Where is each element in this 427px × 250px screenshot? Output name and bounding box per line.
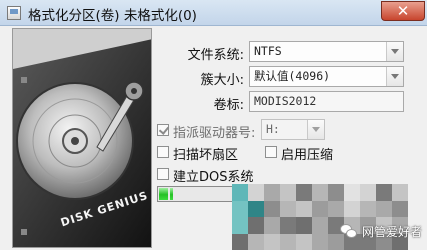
mosaic-tile	[232, 217, 248, 234]
create-dos-system-label: 建立DOS系统	[173, 170, 254, 185]
volume-label-input[interactable]: MODIS2012	[249, 91, 404, 112]
mosaic-tile	[232, 200, 248, 217]
chevron-down-icon[interactable]	[307, 120, 324, 139]
filesystem-value: NTFS	[254, 44, 282, 58]
mosaic-tile	[344, 184, 360, 201]
close-icon: ✕	[396, 2, 410, 20]
mosaic-tile	[264, 233, 280, 250]
mosaic-tile	[376, 184, 392, 201]
assign-drive-letter-label: 指派驱动器号:	[173, 126, 256, 141]
volume-label-value: MODIS2012	[254, 94, 317, 108]
drive-letter-value: H:	[266, 122, 280, 136]
mosaic-tile	[248, 184, 264, 201]
mosaic-tile	[392, 184, 408, 201]
checkbox-icon[interactable]	[157, 146, 169, 158]
filesystem-label: 文件系统:	[187, 48, 244, 63]
progress-fill	[159, 188, 173, 200]
mosaic-tile	[360, 200, 376, 217]
chevron-down-icon[interactable]	[386, 42, 403, 61]
mosaic-tile	[296, 184, 312, 201]
mosaic-tile	[280, 200, 296, 217]
wechat-icon	[340, 223, 358, 239]
app-window-icon	[7, 6, 21, 20]
mosaic-tile	[296, 200, 312, 217]
mosaic-tile	[232, 184, 248, 201]
checkbox-icon[interactable]	[265, 146, 277, 158]
checkbox-icon[interactable]	[157, 168, 169, 180]
mosaic-tile	[232, 233, 248, 250]
mosaic-tile	[312, 184, 328, 201]
mosaic-tile	[280, 184, 296, 201]
mosaic-tile	[248, 200, 264, 217]
enable-compression-label: 启用压缩	[281, 148, 334, 163]
mosaic-tile	[264, 184, 280, 201]
mosaic-tile	[312, 217, 328, 234]
mosaic-tile	[280, 233, 296, 250]
close-button[interactable]: ✕	[381, 1, 425, 21]
watermark: 网管爱好者	[340, 220, 422, 242]
mosaic-tile	[312, 233, 328, 250]
mosaic-tile	[248, 217, 264, 234]
scan-bad-sectors-label: 扫描坏扇区	[173, 148, 239, 163]
drive-letter-select[interactable]: H:	[261, 119, 325, 140]
mosaic-tile	[392, 200, 408, 217]
window-title: 格式化分区(卷) 未格式化(0)	[28, 8, 197, 24]
cluster-size-value: 默认值(4096)	[254, 69, 331, 83]
mosaic-tile	[312, 200, 328, 217]
mosaic-tile	[280, 217, 296, 234]
mosaic-tile	[360, 184, 376, 201]
mosaic-tile	[328, 200, 344, 217]
filesystem-select[interactable]: NTFS	[249, 41, 404, 62]
dialog-body: DISK GENIUS 文件系统: NTFS 簇大小: 默认值(4096) 卷标…	[0, 26, 427, 250]
checkbox-checked-icon[interactable]	[157, 124, 169, 136]
cluster-size-select[interactable]: 默认值(4096)	[249, 66, 404, 87]
watermark-text: 网管爱好者	[362, 224, 423, 239]
mosaic-tile	[296, 217, 312, 234]
cluster-size-label: 簇大小:	[200, 73, 244, 88]
mosaic-tile	[296, 233, 312, 250]
disk-genius-logo-image: DISK GENIUS	[12, 28, 152, 248]
chevron-down-icon[interactable]	[386, 67, 403, 86]
title-bar[interactable]: 格式化分区(卷) 未格式化(0) ✕	[0, 0, 427, 26]
mosaic-tile	[264, 217, 280, 234]
mosaic-tile	[264, 200, 280, 217]
volume-label-label: 卷标:	[213, 98, 244, 113]
mosaic-tile	[248, 233, 264, 250]
format-partition-dialog: 格式化分区(卷) 未格式化(0) ✕ DISK GENIUS 文件系统: NTF…	[0, 0, 427, 250]
mosaic-tile	[376, 200, 392, 217]
mosaic-tile	[344, 200, 360, 217]
mosaic-tile	[328, 184, 344, 201]
